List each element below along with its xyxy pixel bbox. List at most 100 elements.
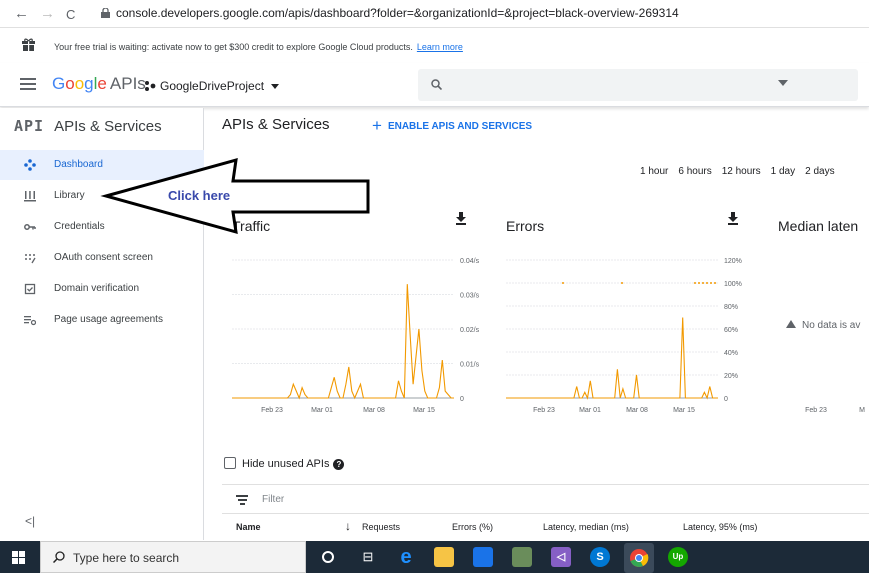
key-icon xyxy=(24,224,36,230)
browser-address-bar: ← → C console.developers.google.com/apis… xyxy=(0,0,869,28)
plus-icon: + xyxy=(372,116,382,135)
hide-unused-apis-checkbox[interactable]: Hide unused APIs? xyxy=(224,457,345,470)
domain-icon xyxy=(24,283,36,295)
x-tick-label: M xyxy=(859,407,865,414)
y-tick-label: 40% xyxy=(724,350,738,357)
traffic-chart: 0 0.01/s 0.02/s 0.03/s 0.04/s Feb 23 Mar 01 Mar… xyxy=(232,258,480,414)
settings-list-icon xyxy=(24,316,36,326)
taskbar-search-placeholder: Type here to search xyxy=(73,551,180,565)
collapse-sidebar-icon[interactable]: <| xyxy=(25,514,35,528)
time-range-12-hours[interactable]: 12 hours xyxy=(722,166,761,177)
dashboard-icon xyxy=(24,159,36,171)
upwork-icon[interactable]: Up xyxy=(668,547,688,567)
chrome-icon[interactable] xyxy=(624,543,654,573)
trial-banner-text: Your free trial is waiting: activate now… xyxy=(54,42,413,52)
time-range-selector: 1 hour 6 hours 12 hours 1 day 2 days xyxy=(640,166,845,177)
column-header-errors[interactable]: Errors (%) xyxy=(452,522,493,532)
sidebar-item-label: Library xyxy=(54,190,85,201)
click-here-arrow xyxy=(100,157,370,235)
edge-icon[interactable]: e xyxy=(396,547,416,567)
y-tick-label: 120% xyxy=(724,258,742,265)
back-icon[interactable]: ← xyxy=(14,5,29,22)
column-header-requests[interactable]: Requests xyxy=(362,522,400,532)
sidebar-header: API APIs & Services xyxy=(14,117,162,135)
url-field[interactable]: console.developers.google.com/apis/dashb… xyxy=(116,6,679,20)
app-icon[interactable] xyxy=(512,547,532,567)
download-icon[interactable] xyxy=(728,212,738,225)
x-tick-label: Mar 01 xyxy=(311,407,333,414)
time-range-1-day[interactable]: 1 day xyxy=(771,166,795,177)
x-tick-label: Mar 15 xyxy=(673,407,695,414)
errors-chart-title: Errors xyxy=(506,218,545,234)
series-line xyxy=(232,284,454,400)
sidebar-item-domain-verification[interactable]: Domain verification xyxy=(0,274,204,304)
consent-icon xyxy=(25,254,36,264)
file-explorer-icon[interactable] xyxy=(434,547,454,567)
help-icon[interactable]: ? xyxy=(333,459,345,470)
sidebar-item-label: Dashboard xyxy=(54,159,103,170)
library-icon xyxy=(24,191,36,202)
y-tick-label: 100% xyxy=(724,281,742,288)
task-view-icon[interactable]: ⊟ xyxy=(358,547,378,567)
filter-input[interactable]: Filter xyxy=(262,494,284,505)
y-tick-label: 0.03/s xyxy=(460,293,480,300)
search-bar[interactable] xyxy=(418,69,858,101)
trial-banner: Your free trial is waiting: activate now… xyxy=(0,34,869,60)
x-tick-label: Mar 08 xyxy=(626,407,648,414)
x-tick-label: Feb 23 xyxy=(533,407,555,414)
x-tick-label: Mar 08 xyxy=(363,407,385,414)
sidebar-title: APIs & Services xyxy=(54,118,162,135)
windows-taskbar: Type here to search ⊟ e ◁ S Up xyxy=(0,541,869,573)
column-header-latency-95[interactable]: Latency, 95% (ms) xyxy=(683,522,757,532)
sidebar-item-label: Domain verification xyxy=(54,283,140,294)
time-range-1-hour[interactable]: 1 hour xyxy=(640,166,668,177)
y-tick-label: 0.01/s xyxy=(460,362,480,369)
sidebar-item-oauth-consent-screen[interactable]: OAuth consent screen xyxy=(0,243,204,273)
sidebar-item-label: OAuth consent screen xyxy=(54,252,153,263)
chevron-down-icon xyxy=(271,84,280,89)
no-data-message: No data is av xyxy=(786,320,860,331)
sort-down-icon[interactable]: ↓ xyxy=(345,519,351,533)
mail-icon[interactable] xyxy=(473,547,493,567)
gift-icon xyxy=(22,38,35,51)
project-icon xyxy=(145,81,156,91)
y-tick-label: 0 xyxy=(724,396,728,403)
latency-chart: Feb 23 M xyxy=(805,407,865,414)
cortana-icon[interactable] xyxy=(322,551,334,563)
console-top-bar: Google APIs GoogleDriveProject xyxy=(0,63,869,107)
column-header-latency-median[interactable]: Latency, median (ms) xyxy=(543,522,629,532)
enable-apis-button[interactable]: + ENABLE APIS AND SERVICES xyxy=(372,116,532,136)
forward-icon[interactable]: → xyxy=(40,5,55,22)
taskbar-search[interactable]: Type here to search xyxy=(40,541,306,573)
search-icon xyxy=(431,79,442,90)
visual-studio-icon[interactable]: ◁ xyxy=(551,547,571,567)
windows-start-icon[interactable] xyxy=(12,551,25,564)
skype-icon[interactable]: S xyxy=(590,547,610,567)
y-tick-label: 0 xyxy=(460,396,464,403)
time-range-6-hours[interactable]: 6 hours xyxy=(678,166,711,177)
x-tick-label: Feb 23 xyxy=(805,407,827,414)
download-icon[interactable] xyxy=(456,212,466,225)
sidebar-item-page-usage-agreements[interactable]: Page usage agreements xyxy=(0,305,204,335)
project-name: GoogleDriveProject xyxy=(160,79,265,93)
project-selector[interactable]: GoogleDriveProject xyxy=(145,79,280,93)
warning-icon xyxy=(786,320,796,328)
filter-icon xyxy=(236,494,248,505)
column-header-name[interactable]: Name xyxy=(236,522,261,532)
checkbox[interactable] xyxy=(224,457,236,469)
time-range-2-days[interactable]: 2 days xyxy=(805,166,834,177)
errors-chart: 0 20% 40% 60% 80% 100% 120% Feb 23 Mar 01 Mar 08 M… xyxy=(506,258,742,414)
learn-more-link[interactable]: Learn more xyxy=(417,42,463,52)
sidebar-item-label: Page usage agreements xyxy=(54,314,163,325)
filter-bar[interactable]: Filter xyxy=(222,484,869,514)
search-dropdown-icon[interactable] xyxy=(778,80,788,86)
y-tick-label: 0.04/s xyxy=(460,258,480,265)
page-title: APIs & Services xyxy=(222,116,330,133)
latency-chart-title: Median laten xyxy=(778,218,859,234)
y-tick-label: 60% xyxy=(724,327,738,334)
y-tick-label: 20% xyxy=(724,373,738,380)
reload-icon[interactable]: C xyxy=(66,7,75,22)
x-tick-label: Mar 01 xyxy=(579,407,601,414)
google-apis-logo[interactable]: Google APIs xyxy=(52,74,146,94)
hamburger-menu-icon[interactable] xyxy=(20,78,36,90)
